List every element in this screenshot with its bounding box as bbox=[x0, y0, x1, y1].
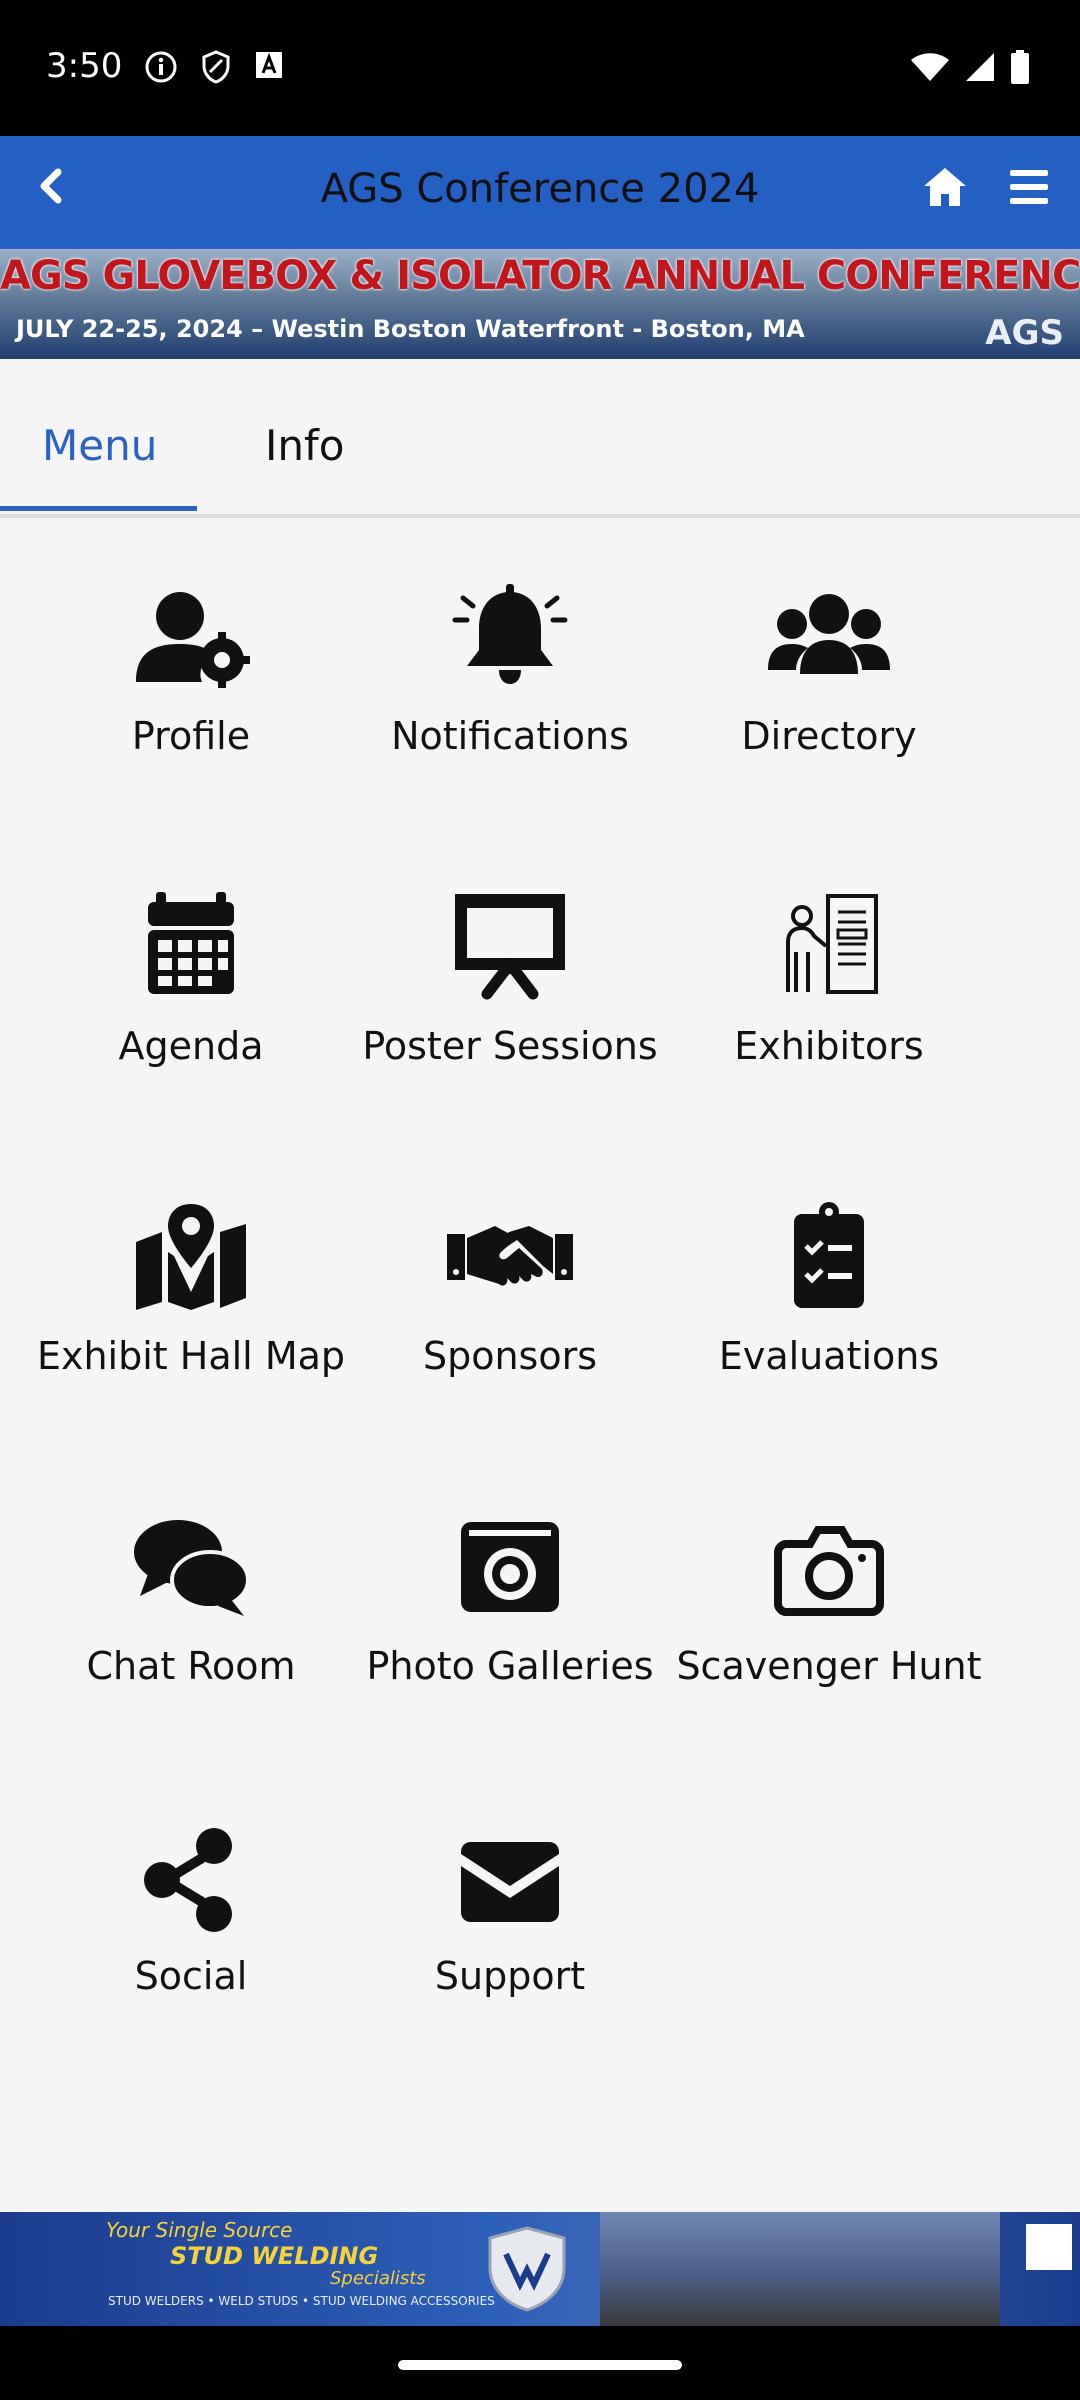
menu-item-label: Notifications bbox=[391, 714, 629, 758]
menu-item-directory[interactable]: Directory bbox=[669, 582, 989, 758]
menu-item-sponsors[interactable]: Sponsors bbox=[350, 1202, 670, 1378]
handshake-icon bbox=[447, 1226, 573, 1286]
status-time: 3:50 bbox=[46, 46, 123, 86]
shield-logo-icon bbox=[488, 2226, 566, 2312]
status-bar: 3:50 bbox=[0, 0, 1080, 136]
home-button[interactable] bbox=[920, 162, 970, 212]
menu-item-evaluations[interactable]: Evaluations bbox=[669, 1202, 989, 1378]
menu-item-label: Exhibit Hall Map bbox=[36, 1334, 346, 1378]
map-pin-icon bbox=[136, 1204, 246, 1310]
menu-item-label: Poster Sessions bbox=[362, 1024, 658, 1068]
chat-icon bbox=[134, 1520, 250, 1616]
ad-product-list: STUD WELDERS • WELD STUDS • STUD WELDING… bbox=[108, 2294, 495, 2308]
menu-item-label: Sponsors bbox=[422, 1334, 598, 1378]
info-icon bbox=[145, 51, 177, 83]
menu-grid: Profile Notifications Directory Agenda P… bbox=[0, 520, 1080, 2210]
menu-item-poster-sessions[interactable]: Poster Sessions bbox=[350, 892, 670, 1068]
menu-item-notifications[interactable]: Notifications bbox=[350, 582, 670, 758]
menu-item-label: Evaluations bbox=[718, 1334, 940, 1378]
signal-icon bbox=[966, 53, 994, 81]
presentation-icon bbox=[455, 894, 565, 1000]
a-box-icon bbox=[256, 52, 282, 78]
menu-item-label: Support bbox=[434, 1954, 586, 1998]
menu-item-label: Social bbox=[134, 1954, 248, 1998]
menu-item-scavenger-hunt[interactable]: Scavenger Hunt bbox=[669, 1512, 989, 1688]
tab-info[interactable]: Info bbox=[265, 421, 345, 470]
share-icon bbox=[144, 1828, 232, 1932]
qr-code-icon bbox=[1026, 2224, 1072, 2270]
status-notification-icons bbox=[144, 50, 284, 84]
exhibitor-booth-icon bbox=[786, 894, 878, 994]
sponsor-ad-banner[interactable]: Your Single Source STUD WELDING Speciali… bbox=[0, 2212, 1080, 2326]
menu-item-exhibitors[interactable]: Exhibitors bbox=[669, 892, 989, 1068]
calendar-icon bbox=[148, 892, 234, 994]
menu-item-label: Scavenger Hunt bbox=[676, 1644, 982, 1688]
menu-item-label: Photo Galleries bbox=[366, 1644, 654, 1688]
home-gesture-handle[interactable] bbox=[398, 2360, 682, 2370]
tab-bar: Menu Info bbox=[0, 359, 1080, 518]
tab-active-indicator bbox=[0, 506, 197, 511]
system-nav-bar bbox=[0, 2326, 1080, 2400]
bell-icon bbox=[452, 584, 568, 684]
ad-subheadline: Specialists bbox=[330, 2268, 426, 2289]
menu-item-social[interactable]: Social bbox=[31, 1822, 351, 1998]
hamburger-menu-button[interactable] bbox=[1004, 162, 1054, 212]
hamburger-icon bbox=[1010, 170, 1048, 204]
users-icon bbox=[768, 594, 890, 674]
app-bar: AGS Conference 2024 bbox=[0, 136, 1080, 249]
envelope-icon bbox=[461, 1842, 559, 1922]
menu-item-label: Chat Room bbox=[86, 1644, 296, 1688]
menu-item-label: Agenda bbox=[118, 1024, 264, 1068]
ad-building-photo bbox=[600, 2212, 1000, 2326]
banner-headline: AGS GLOVEBOX & ISOLATOR ANNUAL CONFERENC… bbox=[0, 253, 1080, 299]
battery-icon bbox=[1011, 50, 1029, 84]
tab-menu[interactable]: Menu bbox=[42, 421, 157, 470]
status-system-icons bbox=[910, 50, 1030, 84]
menu-item-label: Profile bbox=[131, 714, 251, 758]
banner-dates: JULY 22-25, 2024 – Westin Boston Waterfr… bbox=[16, 315, 805, 343]
menu-item-profile[interactable]: Profile bbox=[31, 582, 351, 758]
menu-item-support[interactable]: Support bbox=[350, 1822, 670, 1998]
shield-icon bbox=[202, 50, 230, 84]
wifi-icon bbox=[911, 53, 949, 81]
home-icon bbox=[924, 168, 966, 206]
conference-banner[interactable]: AGS GLOVEBOX & ISOLATOR ANNUAL CONFERENC… bbox=[0, 249, 1080, 359]
menu-item-agenda[interactable]: Agenda bbox=[31, 892, 351, 1068]
ad-headline: STUD WELDING bbox=[170, 2242, 379, 2270]
camera-icon bbox=[774, 1526, 884, 1616]
menu-item-label: Exhibitors bbox=[734, 1024, 924, 1068]
menu-item-photo-galleries[interactable]: Photo Galleries bbox=[350, 1512, 670, 1688]
user-gear-icon bbox=[136, 592, 250, 688]
menu-item-exhibit-hall-map[interactable]: Exhibit Hall Map bbox=[31, 1202, 351, 1378]
page-title: AGS Conference 2024 bbox=[320, 166, 760, 212]
menu-item-chat-room[interactable]: Chat Room bbox=[31, 1512, 351, 1688]
banner-logo: AGS bbox=[985, 313, 1064, 353]
ad-tagline: Your Single Source bbox=[106, 2218, 293, 2242]
photo-camera-icon bbox=[461, 1522, 559, 1612]
menu-item-label: Directory bbox=[741, 714, 917, 758]
clipboard-check-icon bbox=[794, 1202, 864, 1308]
